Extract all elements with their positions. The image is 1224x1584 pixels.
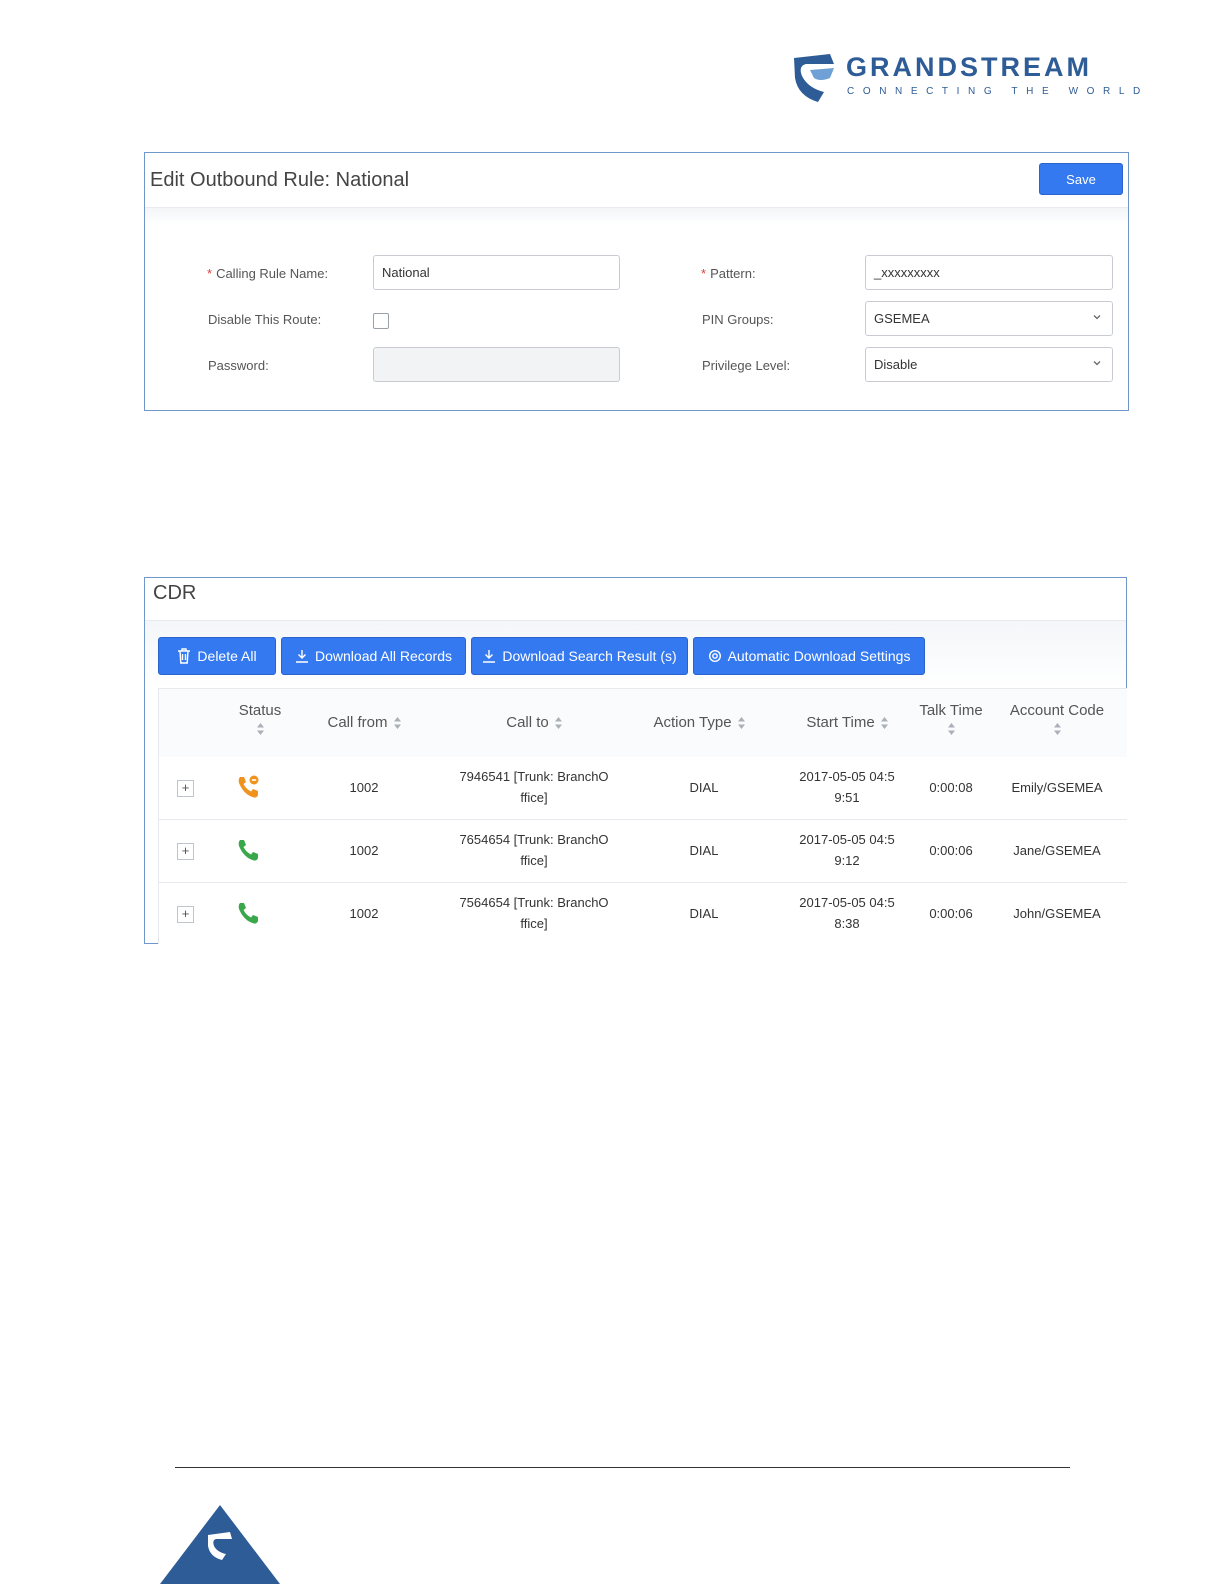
brand-name: GRANDSTREAM (846, 52, 1092, 82)
header-shadow (145, 208, 1128, 224)
column-call-to[interactable]: Call to (459, 714, 609, 731)
privilege-level-select[interactable]: Disable (865, 347, 1113, 382)
call-to-cell: 7564654 [Trunk: BranchO ffice] (459, 895, 609, 931)
expand-row-button[interactable]: + (177, 906, 194, 923)
table-row[interactable]: + 1002 7946541 [Trunk: BranchO ffice] DIA… (159, 757, 1127, 820)
download-icon (483, 650, 496, 663)
column-call-from[interactable]: Call from (309, 714, 419, 731)
call-from-cell: 1002 (349, 843, 379, 858)
pin-groups-select[interactable]: GSEMEA (865, 301, 1113, 336)
call-from-cell: 1002 (349, 906, 379, 921)
pin-groups-label: PIN Groups: (702, 312, 774, 327)
column-status[interactable]: Status (215, 702, 305, 735)
call-to-cell: 7946541 [Trunk: BranchO ffice] (459, 769, 609, 805)
phone-missed-icon (238, 775, 259, 798)
sort-icon (737, 717, 745, 730)
page-title: Edit Outbound Rule: National (150, 169, 410, 191)
brand-tagline: CONNECTING THE WORLD (847, 86, 1149, 97)
grandstream-swirl-icon (794, 54, 834, 102)
start-time-cell: 2017-05-05 04:5 8:38 (799, 895, 895, 931)
account-code-cell: John/GSEMEA (1013, 906, 1101, 921)
column-action-type[interactable]: Action Type (639, 714, 759, 731)
pin-groups-value: GSEMEA (874, 311, 930, 326)
outbound-rule-panel: Edit Outbound Rule: National Save * Calli… (144, 152, 1129, 411)
sort-icon (880, 717, 888, 730)
phone-answered-icon (238, 903, 258, 924)
cdr-header: CDR (145, 578, 1126, 621)
delete-all-label: Delete All (197, 648, 257, 664)
required-marker: * (701, 266, 707, 281)
pattern-label: * Pattern: (701, 266, 756, 281)
download-search-label: Download Search Result (s) (502, 648, 677, 664)
privilege-level-label: Privilege Level: (702, 358, 791, 373)
call-to-cell: 7654654 [Trunk: BranchO ffice] (459, 832, 609, 868)
call-from-cell: 1002 (349, 780, 379, 795)
sort-icon (947, 723, 955, 735)
password-label: Password: (208, 358, 269, 373)
automatic-download-settings-button[interactable]: Automatic Download Settings (693, 637, 925, 675)
chevron-down-icon (1093, 315, 1101, 320)
disable-route-label: Disable This Route: (208, 312, 322, 327)
phone-answered-icon (238, 840, 258, 861)
expand-row-button[interactable]: + (177, 843, 194, 860)
grandstream-logo: GRANDSTREAM CONNECTING THE WORLD (790, 52, 1140, 106)
auto-download-label: Automatic Download Settings (727, 648, 911, 664)
chevron-down-icon (1093, 361, 1101, 366)
cdr-title: CDR (153, 582, 197, 604)
footer-logo-icon (160, 1505, 280, 1584)
required-marker: * (207, 266, 213, 281)
outbound-rule-header: Edit Outbound Rule: National Save (145, 153, 1128, 208)
action-type-cell: DIAL (689, 843, 719, 858)
column-talk-time[interactable]: Talk Time (911, 702, 991, 735)
calling-rule-name-label: * Calling Rule Name: (207, 266, 329, 281)
pattern-input[interactable]: _xxxxxxxxx (865, 255, 1113, 290)
sort-icon (256, 723, 264, 735)
talk-time-cell: 0:00:06 (929, 843, 973, 858)
start-time-cell: 2017-05-05 04:5 9:12 (799, 832, 895, 868)
table-row[interactable]: + 1002 7564654 [Trunk: BranchO ffice] DIA… (159, 883, 1127, 945)
trash-icon (178, 648, 191, 664)
cdr-panel: CDR Delete All Download All Records Down… (144, 577, 1127, 945)
calling-rule-name-input[interactable]: National (373, 255, 620, 290)
start-time-cell: 2017-05-05 04:5 9:51 (799, 769, 895, 805)
expand-row-button[interactable]: + (177, 780, 194, 797)
account-code-cell: Jane/GSEMEA (1013, 843, 1101, 858)
column-start-time[interactable]: Start Time (787, 714, 907, 731)
account-code-cell: Emily/GSEMEA (1011, 780, 1103, 795)
table-header: Status Call from Call to Action Type Sta… (159, 689, 1127, 758)
column-account-code[interactable]: Account Code (999, 702, 1115, 735)
save-button[interactable]: Save (1039, 163, 1123, 195)
talk-time-cell: 0:00:06 (929, 906, 973, 921)
delete-all-button[interactable]: Delete All (158, 637, 276, 675)
privilege-level-value: Disable (874, 357, 918, 372)
sort-icon (393, 717, 401, 730)
download-all-label: Download All Records (315, 648, 452, 664)
action-type-cell: DIAL (689, 906, 719, 921)
table-row[interactable]: + 1002 7654654 [Trunk: BranchO ffice] DIA… (159, 820, 1127, 883)
download-search-result-button[interactable]: Download Search Result (s) (471, 637, 688, 675)
download-icon (296, 650, 309, 663)
download-all-records-button[interactable]: Download All Records (281, 637, 466, 675)
disable-route-checkbox[interactable] (373, 313, 389, 329)
action-type-cell: DIAL (689, 780, 719, 795)
sort-icon (554, 717, 562, 730)
sort-icon (1053, 723, 1061, 735)
cdr-table: Status Call from Call to Action Type Sta… (158, 688, 1127, 945)
talk-time-cell: 0:00:08 (929, 780, 973, 795)
gear-icon (708, 649, 721, 663)
footer-divider (175, 1467, 1070, 1468)
password-input[interactable] (373, 347, 620, 382)
